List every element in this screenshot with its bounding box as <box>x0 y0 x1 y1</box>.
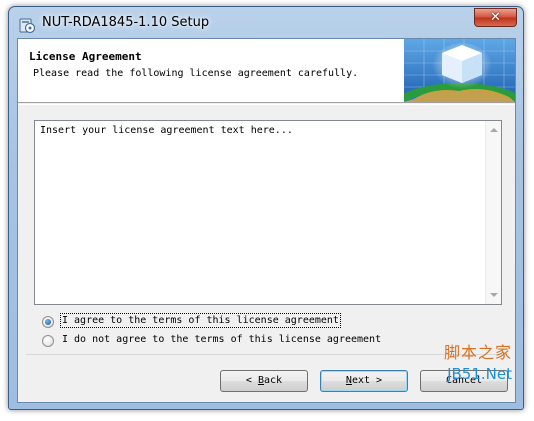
back-button[interactable]: < Back <box>220 370 308 392</box>
cancel-button[interactable]: Cancel <box>420 370 508 392</box>
back-prefix: < <box>245 375 258 386</box>
header-globe-cube-graphic <box>404 39 515 102</box>
wizard-client-area: License Agreement Please read the follow… <box>17 38 516 403</box>
agree-label[interactable]: I agree to the terms of this license agr… <box>60 313 341 328</box>
button-divider <box>26 354 507 355</box>
license-text: Insert your license agreement text here.… <box>40 125 293 136</box>
wizard-header: License Agreement Please read the follow… <box>18 39 515 103</box>
disagree-radio[interactable] <box>42 335 54 347</box>
next-button[interactable]: Next > <box>320 370 408 392</box>
page-subtitle: Please read the following license agreem… <box>33 68 359 79</box>
agree-radio[interactable] <box>42 316 54 328</box>
disagree-label[interactable]: I do not agree to the terms of this lice… <box>61 333 382 346</box>
next-label-rest: ext > <box>351 375 383 386</box>
setup-window: NUT-RDA1845-1.10 Setup ✕ License Agreeme… <box>8 6 524 410</box>
page-title: License Agreement <box>29 50 142 63</box>
license-text-area[interactable]: Insert your license agreement text here.… <box>34 120 502 305</box>
window-title: NUT-RDA1845-1.10 Setup <box>42 15 210 30</box>
close-button[interactable]: ✕ <box>474 8 517 27</box>
back-label-rest: ack <box>264 375 283 386</box>
scroll-down-arrow-icon[interactable] <box>490 293 498 297</box>
installer-icon <box>19 18 36 34</box>
scroll-up-arrow-icon[interactable] <box>490 128 498 132</box>
license-scrollbar[interactable] <box>485 121 501 304</box>
title-bar[interactable]: NUT-RDA1845-1.10 Setup ✕ <box>9 7 523 39</box>
header-divider <box>18 104 515 105</box>
